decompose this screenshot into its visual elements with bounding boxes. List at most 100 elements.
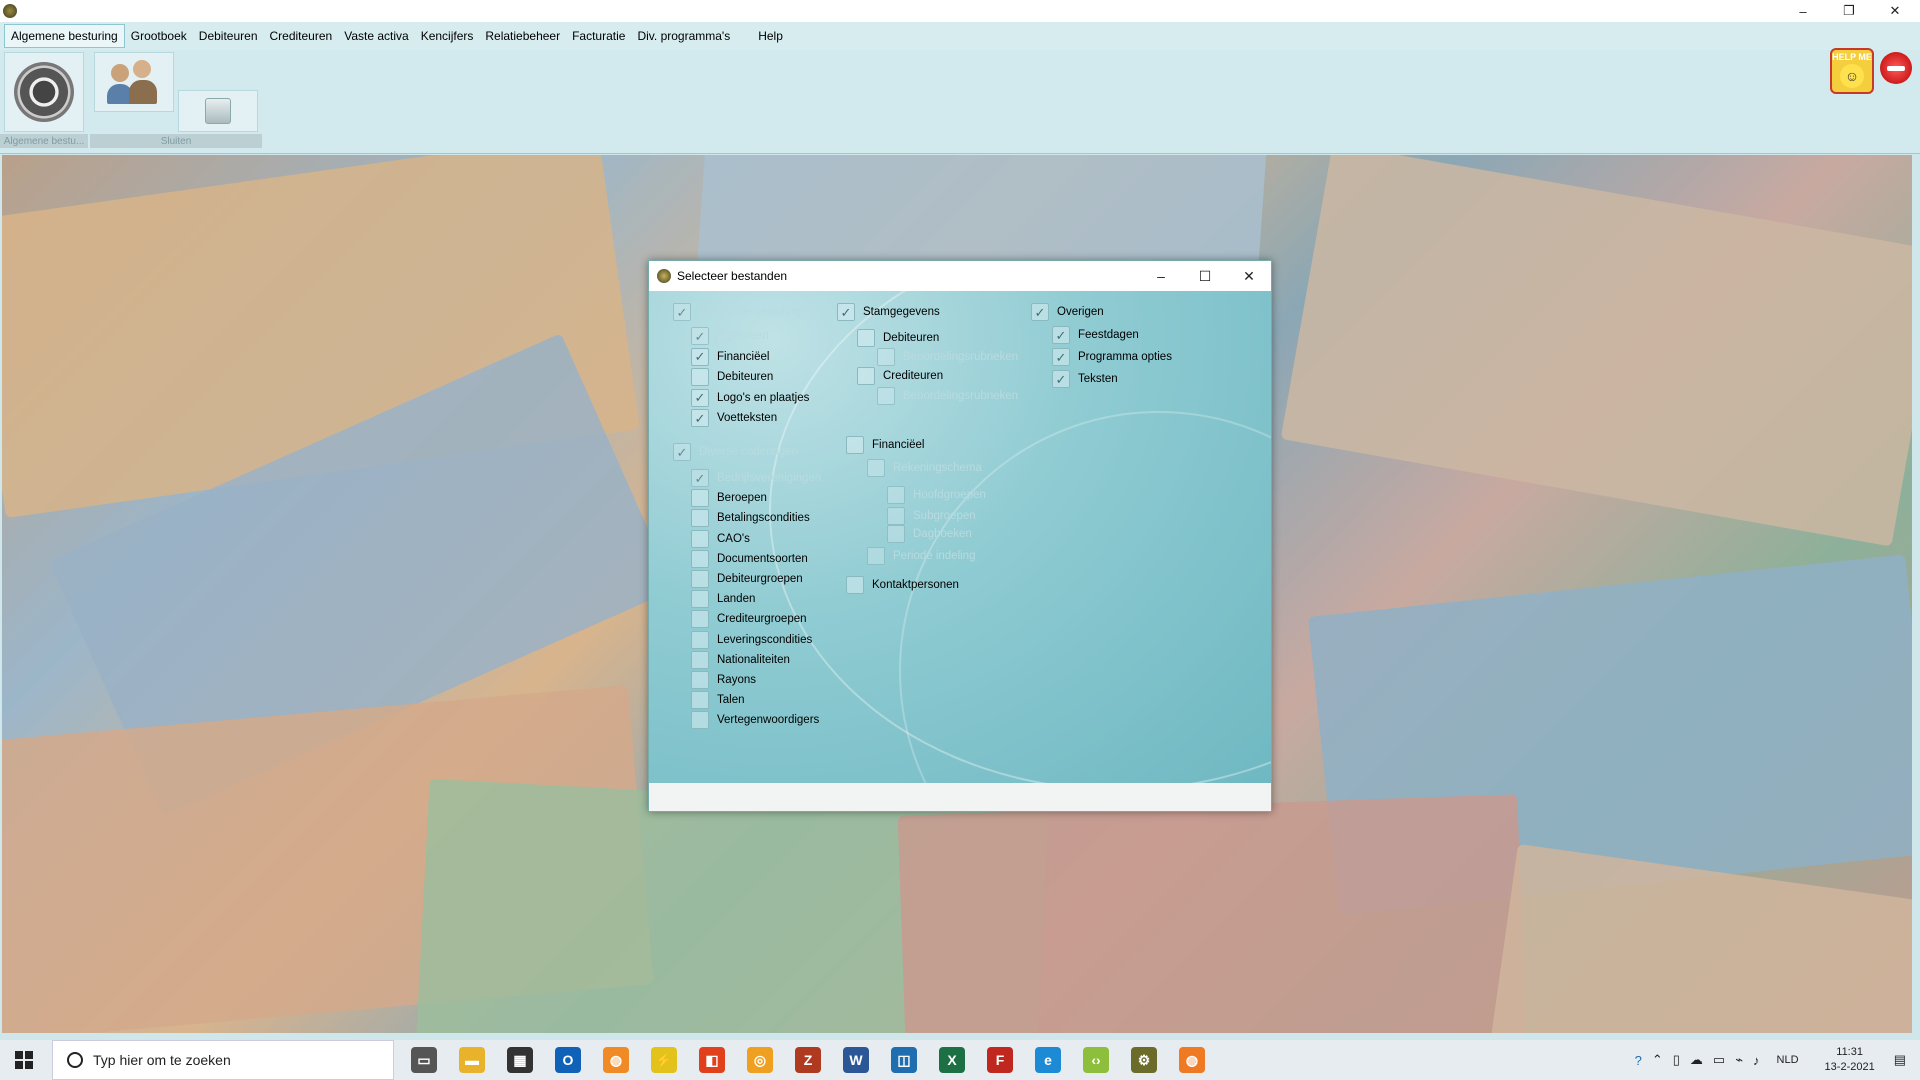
menu-crediteuren[interactable]: Crediteuren <box>264 25 339 47</box>
taskbar-search[interactable]: Typ hier om te zoeken <box>52 1040 394 1080</box>
checkbox-box <box>691 711 709 730</box>
checkbox-deb-beoordelingsrubrieken[interactable]: Beoordelingsrubrieken <box>877 348 1018 366</box>
app-icon <box>3 4 17 18</box>
outlook-icon[interactable]: O <box>555 1047 581 1073</box>
filezilla-server-icon[interactable]: Z <box>795 1047 821 1073</box>
menu-vaste-activa[interactable]: Vaste activa <box>338 25 414 47</box>
checkbox-box: ✓ <box>691 388 709 407</box>
checkbox-vertegenwoordigers[interactable]: Vertegenwoordigers <box>691 711 820 730</box>
app-yellow-icon[interactable]: ⚡ <box>651 1047 677 1073</box>
task-view-icon[interactable]: ▭ <box>411 1047 437 1073</box>
checkbox-crediteuren-stam[interactable]: Crediteuren <box>857 367 943 385</box>
checkbox-financi-el[interactable]: ✓ Financiëel <box>691 347 769 366</box>
sluiten-ribbon-button[interactable] <box>178 90 258 132</box>
menu-kencijfers[interactable]: Kencijfers <box>415 25 480 47</box>
help-me-button[interactable]: HELP ME ☺ <box>1830 48 1874 94</box>
cloud-icon[interactable]: ☁ <box>1690 1052 1703 1068</box>
app-green-icon[interactable]: ‹› <box>1083 1047 1109 1073</box>
exit-icon <box>205 98 231 124</box>
menu-relatiebeheer[interactable]: Relatiebeheer <box>479 25 566 47</box>
checkbox-voetteksten[interactable]: ✓ Voetteksten <box>691 409 777 427</box>
checkbox-label: Kontaktpersonen <box>872 579 959 591</box>
notifications-icon[interactable]: ▤ <box>1894 1052 1906 1068</box>
checkbox-label: Rekeningschema <box>893 462 982 474</box>
checkbox-documentsoorten[interactable]: Documentsoorten <box>691 549 808 568</box>
checkbox-box: ✓ <box>691 409 709 427</box>
help-tray-icon[interactable]: ? <box>1635 1053 1642 1068</box>
app-orange2-icon[interactable]: ◍ <box>1179 1047 1205 1073</box>
checkbox-debiteuren-stam[interactable]: Debiteuren <box>857 329 939 347</box>
restore-button[interactable]: ❐ <box>1826 0 1872 22</box>
menu-grootboek[interactable]: Grootboek <box>125 25 193 47</box>
menu-algemene-besturing[interactable]: Algemene besturing <box>4 24 125 48</box>
taskbar: Typ hier om te zoeken ▭ ▬ ▦ O ◍ ⚡ ◧ ◎ Z W ◫ X Fe ‹› ⚙ ◍… <box>0 1040 1920 1080</box>
checkbox-kontaktpersonen[interactable]: Kontaktpersonen <box>846 576 959 594</box>
volume-icon[interactable]: ♪ <box>1753 1053 1760 1068</box>
checkbox-betalingscondities[interactable]: Betalingscondities <box>691 509 810 528</box>
dialog-close-button[interactable]: ✕ <box>1227 261 1271 291</box>
office-icon[interactable]: ◧ <box>699 1047 725 1073</box>
close-button[interactable]: ✕ <box>1872 0 1918 22</box>
checkbox-landen[interactable]: Landen <box>691 590 755 609</box>
checkbox-beroepen[interactable]: Beroepen <box>691 489 767 508</box>
checkbox-leveringscondities[interactable]: Leveringscondities <box>691 630 812 649</box>
app-orange-icon[interactable]: ◍ <box>603 1047 629 1073</box>
checkbox-feestdagen[interactable]: ✓ Feestdagen <box>1052 326 1139 344</box>
checkbox-algemene-besturing[interactable]: ✓ Algemene besturing <box>673 303 801 321</box>
checkbox-overigen[interactable]: ✓ Overigen <box>1031 303 1104 321</box>
checkbox-label: CAO's <box>717 532 750 545</box>
checkbox-diverse-coderingen[interactable]: ✓ Diverse coderingen <box>673 443 798 461</box>
windows-start-icon[interactable] <box>0 1040 48 1080</box>
checkbox-rayons[interactable]: Rayons <box>691 671 756 689</box>
device-icon[interactable]: ▯ <box>1673 1052 1680 1068</box>
checkbox-algemeen[interactable]: ✓ Algemeen <box>691 327 769 345</box>
checkbox-financieel-stam[interactable]: Financiëel <box>846 436 924 454</box>
word-icon[interactable]: W <box>843 1047 869 1073</box>
checkbox-nationaliteiten[interactable]: Nationaliteiten <box>691 650 790 669</box>
checkbox-cred-beoordelingsrubrieken[interactable]: Beoordelingsrubrieken <box>877 387 1018 405</box>
checkbox-dagboeken[interactable]: Dagboeken <box>887 525 972 543</box>
checkbox-cao-s[interactable]: CAO's <box>691 529 750 548</box>
checkbox-box <box>691 671 709 689</box>
checkbox-debiteuren[interactable]: Debiteuren <box>691 368 773 386</box>
clock-date: 13-2-2021 <box>1824 1061 1875 1073</box>
app-current-icon[interactable]: ⚙ <box>1131 1047 1157 1073</box>
checkbox-rekeningschema[interactable]: Rekeningschema <box>867 459 982 477</box>
filezilla-icon[interactable]: F <box>987 1047 1013 1073</box>
checkbox-crediteurgroepen[interactable]: Crediteurgroepen <box>691 610 807 629</box>
stop-icon[interactable] <box>1880 52 1912 84</box>
network-icon[interactable]: ⌁ <box>1735 1052 1743 1068</box>
language-indicator[interactable]: NLD <box>1777 1054 1799 1066</box>
checkbox-label: Vertegenwoordigers <box>717 714 820 727</box>
checkbox-stamgegevens[interactable]: ✓ Stamgegevens <box>837 303 940 321</box>
menu-debiteuren[interactable]: Debiteuren <box>193 25 264 47</box>
dialog-minimize-button[interactable]: – <box>1139 261 1183 291</box>
excel-icon[interactable]: X <box>939 1047 965 1073</box>
checkbox-logo-s-en-plaatjes[interactable]: ✓ Logo's en plaatjes <box>691 388 809 407</box>
battery-icon[interactable]: ▭ <box>1713 1052 1725 1068</box>
file-explorer-icon[interactable]: ▬ <box>459 1047 485 1073</box>
checkbox-teksten[interactable]: ✓ Teksten <box>1052 370 1118 388</box>
dialog-maximize-button[interactable]: ☐ <box>1183 261 1227 291</box>
app-blue-icon[interactable]: ◫ <box>891 1047 917 1073</box>
store-icon[interactable]: ▦ <box>507 1047 533 1073</box>
checkbox-hoofdgroepen[interactable]: Hoofdgroepen <box>887 486 986 504</box>
edge-icon[interactable]: e <box>1035 1047 1061 1073</box>
checkbox-bedrijfsverenigingen[interactable]: ✓ Bedrijfsverenigingen <box>691 469 821 487</box>
menu-facturatie[interactable]: Facturatie <box>566 25 631 47</box>
users-ribbon-button[interactable] <box>94 52 174 112</box>
settings-ribbon-button[interactable] <box>4 52 84 132</box>
checkbox-periode-indeling[interactable]: Periode indeling <box>867 547 975 565</box>
checkbox-box <box>691 650 709 669</box>
checkbox-subgroepen[interactable]: Subgroepen <box>887 507 976 525</box>
checkbox-talen[interactable]: Talen <box>691 691 745 710</box>
chevron-up-icon[interactable]: ⌃ <box>1652 1052 1663 1068</box>
clock[interactable]: 11:31 13-2-2021 <box>1825 1045 1875 1075</box>
select-files-dialog: Selecteer bestanden – ☐ ✕ ✓ Algemene best… <box>648 260 1272 812</box>
menu-div-programmas[interactable]: Div. programma's <box>631 25 736 47</box>
minimize-button[interactable]: – <box>1780 0 1826 22</box>
checkbox-programma-opties[interactable]: ✓ Programma opties <box>1052 348 1172 366</box>
menu-help[interactable]: Help <box>752 25 789 47</box>
app-ring-icon[interactable]: ◎ <box>747 1047 773 1073</box>
checkbox-debiteurgroepen[interactable]: Debiteurgroepen <box>691 570 803 588</box>
